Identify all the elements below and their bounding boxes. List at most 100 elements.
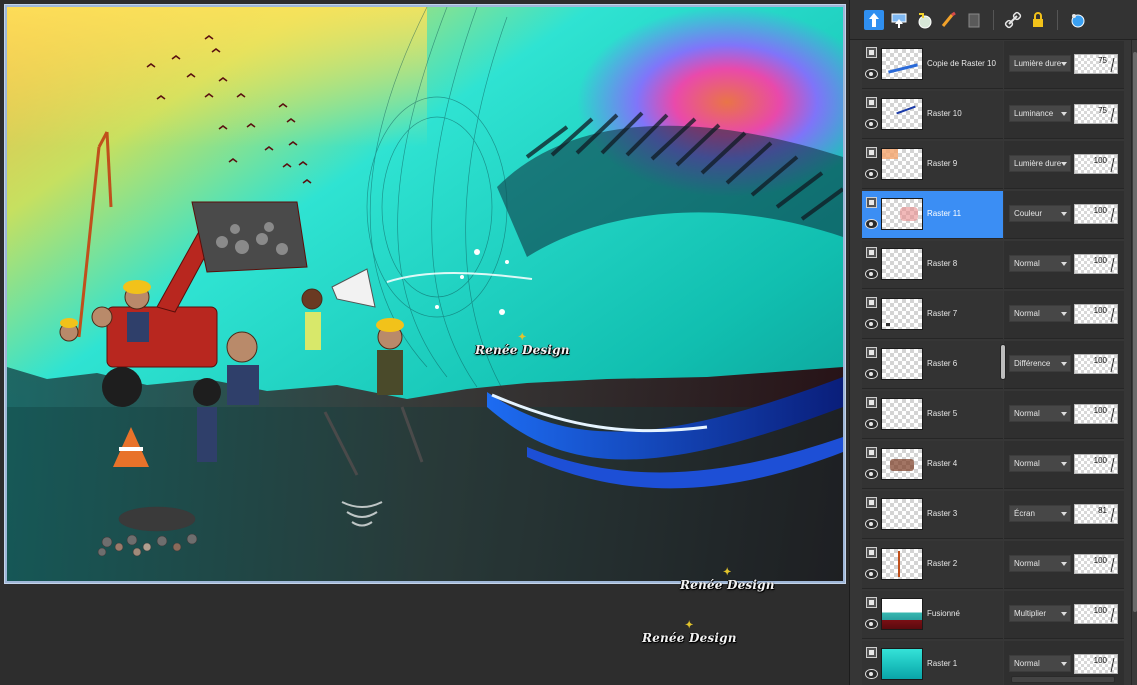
layer-thumbnail[interactable]: [881, 248, 923, 280]
blend-mode-dropdown[interactable]: Multiplier: [1009, 605, 1071, 622]
visibility-eye-icon[interactable]: [865, 269, 878, 279]
visibility-eye-icon[interactable]: [865, 519, 878, 529]
opacity-slider[interactable]: 100: [1074, 204, 1118, 224]
layer-thumbnail[interactable]: [881, 448, 923, 480]
opacity-slider[interactable]: 100: [1074, 154, 1118, 174]
layer-thumbnail[interactable]: [881, 198, 923, 230]
layers-scroll-thumb[interactable]: [1133, 52, 1137, 612]
layer-header[interactable]: Raster 10: [862, 91, 1003, 139]
blend-mode-dropdown[interactable]: Luminance: [1009, 105, 1071, 122]
layer-header[interactable]: Raster 2: [862, 541, 1003, 589]
opacity-slider[interactable]: 81: [1074, 504, 1118, 524]
layer-row[interactable]: Raster 2 Normal 100: [862, 540, 1124, 590]
layer-group-icon[interactable]: [866, 347, 877, 358]
blend-mode-dropdown[interactable]: Lumière dure: [1009, 155, 1071, 172]
visibility-eye-icon[interactable]: [865, 319, 878, 329]
layer-thumbnail[interactable]: [881, 648, 923, 680]
layer-header[interactable]: Raster 9: [862, 141, 1003, 189]
delete-layer-button[interactable]: [964, 10, 984, 30]
opacity-slider[interactable]: 100: [1074, 254, 1118, 274]
visibility-eye-icon[interactable]: [865, 469, 878, 479]
panel-splitter-handle[interactable]: [1000, 344, 1006, 380]
layer-header[interactable]: Copie de Raster 10: [862, 41, 1003, 89]
brush-button[interactable]: [939, 10, 959, 30]
opacity-slider[interactable]: 100: [1074, 654, 1118, 674]
layer-group-icon[interactable]: [866, 47, 877, 58]
opacity-slider[interactable]: 100: [1074, 554, 1118, 574]
image-window[interactable]: Renée Design: [4, 4, 846, 584]
visibility-eye-icon[interactable]: [865, 219, 878, 229]
layer-row[interactable]: Fusionné Multiplier 100: [862, 590, 1124, 640]
blend-mode-dropdown[interactable]: Normal: [1009, 255, 1071, 272]
lock-button[interactable]: [1028, 10, 1048, 30]
opacity-slider[interactable]: 100: [1074, 404, 1118, 424]
layer-header[interactable]: Raster 11: [862, 191, 1003, 239]
visibility-eye-icon[interactable]: [865, 569, 878, 579]
layer-group-icon[interactable]: [866, 597, 877, 608]
visibility-eye-icon[interactable]: [865, 419, 878, 429]
blend-mode-dropdown[interactable]: Normal: [1009, 555, 1071, 572]
layer-row[interactable]: Raster 10 Luminance 75: [862, 90, 1124, 140]
blend-mode-dropdown[interactable]: Normal: [1009, 305, 1071, 322]
layer-group-icon[interactable]: [866, 497, 877, 508]
layer-group-icon[interactable]: [866, 197, 877, 208]
opacity-slider[interactable]: 75: [1074, 104, 1118, 124]
visibility-eye-icon[interactable]: [865, 369, 878, 379]
layer-header[interactable]: Raster 6: [862, 341, 1003, 389]
layer-row[interactable]: Raster 8 Normal 100: [862, 240, 1124, 290]
layer-header[interactable]: Fusionné: [862, 591, 1003, 639]
layer-group-icon[interactable]: [866, 647, 877, 658]
opacity-slider[interactable]: 100: [1074, 604, 1118, 624]
layer-row[interactable]: Raster 3 Écran 81: [862, 490, 1124, 540]
layer-group-icon[interactable]: [866, 247, 877, 258]
new-mask-layer-button[interactable]: [889, 10, 909, 30]
layer-header[interactable]: Raster 4: [862, 441, 1003, 489]
layer-group-icon[interactable]: [866, 147, 877, 158]
layer-group-icon[interactable]: [866, 397, 877, 408]
new-raster-layer-button[interactable]: [864, 9, 884, 30]
opacity-slider[interactable]: 100: [1074, 304, 1118, 324]
opacity-slider[interactable]: 100: [1074, 354, 1118, 374]
layer-thumbnail[interactable]: [881, 498, 923, 530]
visibility-eye-icon[interactable]: [865, 669, 878, 679]
layer-header[interactable]: Raster 1: [862, 641, 1003, 685]
layer-thumbnail[interactable]: [881, 548, 923, 580]
horizontal-scrollbar[interactable]: [1011, 676, 1115, 683]
blend-mode-dropdown[interactable]: Couleur: [1009, 205, 1071, 222]
link-button[interactable]: [1003, 10, 1023, 30]
layer-thumbnail[interactable]: [881, 348, 923, 380]
layer-header[interactable]: Raster 7: [862, 291, 1003, 339]
layer-header[interactable]: Raster 3: [862, 491, 1003, 539]
layer-group-icon[interactable]: [866, 447, 877, 458]
blend-mode-dropdown[interactable]: Normal: [1009, 655, 1071, 672]
visibility-eye-icon[interactable]: [865, 169, 878, 179]
layer-thumbnail[interactable]: [881, 298, 923, 330]
layer-row[interactable]: Raster 5 Normal 100: [862, 390, 1124, 440]
blend-mode-dropdown[interactable]: Écran: [1009, 505, 1071, 522]
visibility-eye-icon[interactable]: [865, 69, 878, 79]
layer-row[interactable]: Raster 11 Couleur 100: [862, 190, 1124, 240]
layer-group-icon[interactable]: [866, 297, 877, 308]
layer-thumbnail[interactable]: [881, 48, 923, 80]
layer-row[interactable]: Raster 7 Normal 100: [862, 290, 1124, 340]
layer-group-icon[interactable]: [866, 97, 877, 108]
blend-mode-dropdown[interactable]: Lumière dure: [1009, 55, 1071, 72]
composition-image[interactable]: Renée Design: [7, 7, 843, 581]
layer-row[interactable]: Raster 6 Différence 100: [862, 340, 1124, 390]
layer-thumbnail[interactable]: [881, 148, 923, 180]
opacity-slider[interactable]: 100: [1074, 454, 1118, 474]
opacity-slider[interactable]: 75: [1074, 54, 1118, 74]
layer-row[interactable]: Raster 4 Normal 100: [862, 440, 1124, 490]
layer-header[interactable]: Raster 8: [862, 241, 1003, 289]
layer-properties-button[interactable]: [1067, 10, 1087, 30]
blend-mode-dropdown[interactable]: Différence: [1009, 355, 1071, 372]
layer-row[interactable]: Raster 9 Lumière dure 100: [862, 140, 1124, 190]
layer-header[interactable]: Raster 5: [862, 391, 1003, 439]
blend-mode-dropdown[interactable]: Normal: [1009, 405, 1071, 422]
layers-scrollbar[interactable]: [1131, 40, 1137, 685]
layer-group-icon[interactable]: [866, 547, 877, 558]
canvas-area[interactable]: Renée Design Renée Design Renée Design: [0, 0, 849, 685]
layer-row[interactable]: Copie de Raster 10 Lumière dure 75: [862, 40, 1124, 90]
blend-mode-dropdown[interactable]: Normal: [1009, 455, 1071, 472]
visibility-eye-icon[interactable]: [865, 119, 878, 129]
